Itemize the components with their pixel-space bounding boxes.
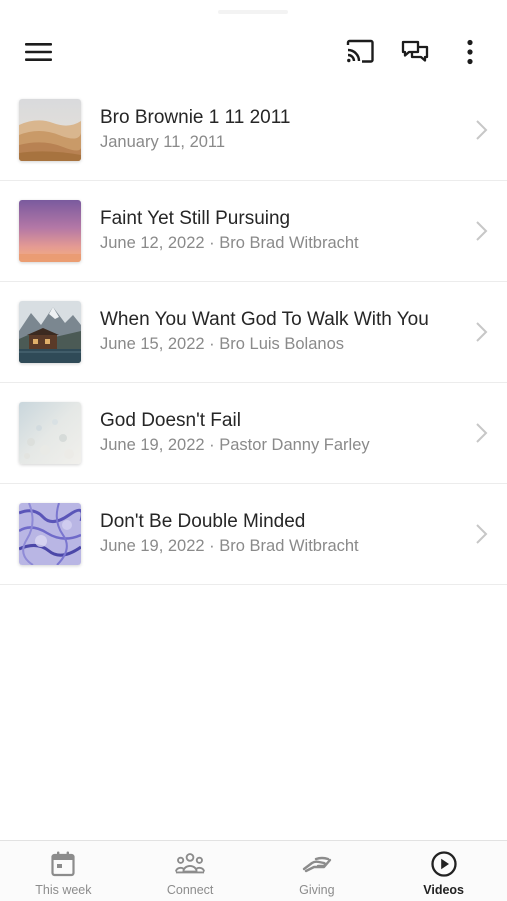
chevron-right-icon xyxy=(476,221,488,241)
video-date-speaker: June 15, 2022 · Bro Luis Bolanos xyxy=(100,335,344,353)
video-item-god-doesnt-fail[interactable]: God Doesn't Fail June 19, 2022 · Pastor … xyxy=(0,383,507,484)
nav-label-connect: Connect xyxy=(166,883,214,897)
desert-dunes-image xyxy=(19,99,81,161)
chat-bubbles-icon xyxy=(401,40,429,62)
bottom-navigation: This week Connect Giving Videos xyxy=(0,840,507,901)
video-thumbnail xyxy=(19,402,81,464)
menu-button[interactable] xyxy=(19,34,59,70)
video-title: Don't Be Double Minded xyxy=(100,511,306,532)
video-title: When You Want God To Walk With You xyxy=(100,309,429,330)
video-title: God Doesn't Fail xyxy=(100,410,241,431)
video-list: Bro Brownie 1 11 2011 January 11, 2011 F… xyxy=(0,80,507,585)
video-item-when-you-want-god[interactable]: When You Want God To Walk With You June … xyxy=(0,282,507,383)
video-thumbnail xyxy=(19,99,81,161)
giving-hand-icon xyxy=(302,850,332,878)
video-date-speaker: June 19, 2022 · Bro Brad Witbracht xyxy=(100,537,359,555)
video-thumbnail xyxy=(19,301,81,363)
video-date-speaker: June 12, 2022 · Bro Brad Witbracht xyxy=(100,234,359,252)
video-item-bro-brownie[interactable]: Bro Brownie 1 11 2011 January 11, 2011 xyxy=(0,80,507,181)
hamburger-menu-icon xyxy=(25,43,52,61)
top-app-bar xyxy=(0,0,507,88)
video-date: January 11, 2011 xyxy=(100,133,226,151)
play-circle-icon xyxy=(429,850,459,878)
blue-marble-image xyxy=(19,503,81,565)
status-bar-hint xyxy=(218,10,288,14)
nav-tab-giving[interactable]: Giving xyxy=(254,841,381,901)
cast-icon xyxy=(346,39,374,63)
chevron-right-icon xyxy=(476,322,488,342)
calendar-icon xyxy=(48,850,78,878)
nav-tab-connect[interactable]: Connect xyxy=(127,841,254,901)
chat-button[interactable] xyxy=(395,34,435,70)
purple-sunset-image xyxy=(19,200,81,262)
nav-tab-this-week[interactable]: This week xyxy=(0,841,127,901)
video-title: Faint Yet Still Pursuing xyxy=(100,208,291,229)
cast-button[interactable] xyxy=(340,34,380,70)
nav-label-giving: Giving xyxy=(299,883,335,897)
pale-stone-texture-image xyxy=(19,402,81,464)
video-item-dont-be-double-minded[interactable]: Don't Be Double Minded June 19, 2022 · B… xyxy=(0,484,507,585)
chevron-right-icon xyxy=(476,423,488,443)
video-date-speaker: June 19, 2022 · Pastor Danny Farley xyxy=(100,436,370,454)
video-title: Bro Brownie 1 11 2011 xyxy=(100,107,291,128)
chevron-right-icon xyxy=(476,120,488,140)
nav-label-videos: Videos xyxy=(423,883,464,897)
video-item-faint-yet-still-pursuing[interactable]: Faint Yet Still Pursuing June 12, 2022 ·… xyxy=(0,181,507,282)
video-thumbnail xyxy=(19,200,81,262)
video-thumbnail xyxy=(19,503,81,565)
more-options-button[interactable] xyxy=(450,34,490,70)
more-vertical-icon xyxy=(467,39,473,65)
chevron-right-icon xyxy=(476,524,488,544)
people-group-icon xyxy=(175,850,206,878)
nav-tab-videos[interactable]: Videos xyxy=(380,841,507,901)
mountain-lake-cabin-image xyxy=(19,301,81,363)
nav-label-this-week: This week xyxy=(35,883,92,897)
